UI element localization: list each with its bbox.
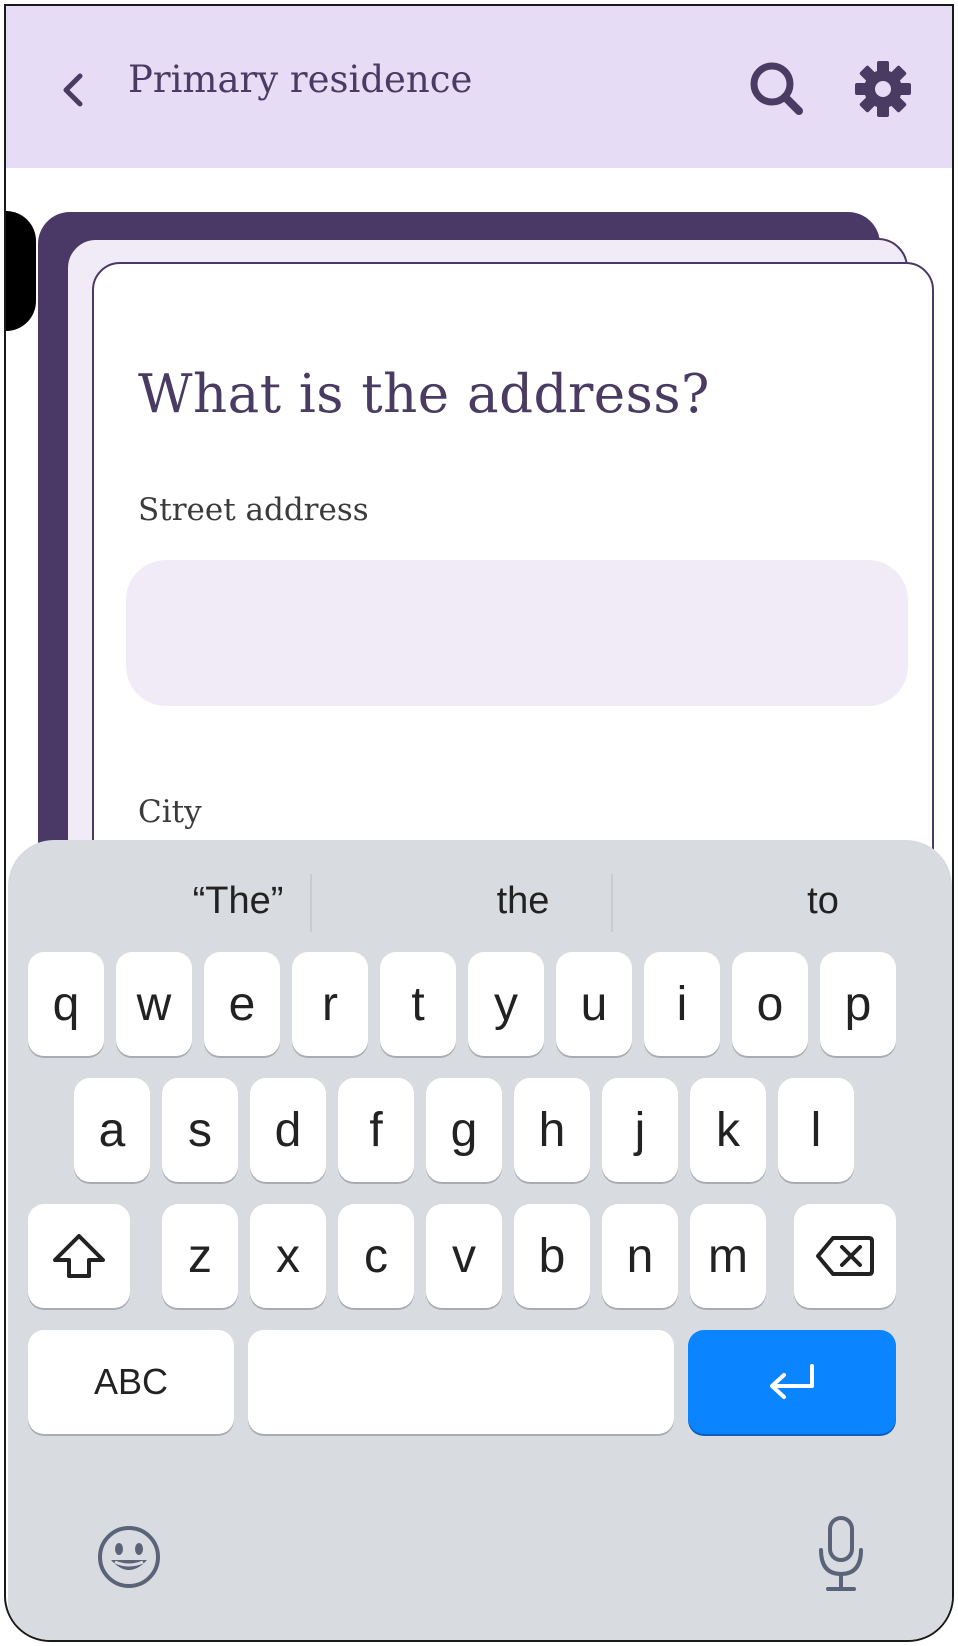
key-k[interactable]: k <box>690 1078 766 1182</box>
street-address-input[interactable] <box>126 560 908 706</box>
street-address-label: Street address <box>138 492 369 528</box>
suggestion-divider <box>611 874 613 932</box>
key-r[interactable]: r <box>292 952 368 1056</box>
gear-icon[interactable] <box>852 58 914 120</box>
key-s[interactable]: s <box>162 1078 238 1182</box>
city-label: City <box>138 794 202 830</box>
key-j[interactable]: j <box>602 1078 678 1182</box>
page-title: Primary residence <box>128 58 473 101</box>
suggestion-divider <box>310 874 312 932</box>
key-f[interactable]: f <box>338 1078 414 1182</box>
return-key[interactable] <box>688 1330 896 1434</box>
key-c[interactable]: c <box>338 1204 414 1308</box>
shift-key[interactable] <box>28 1204 130 1308</box>
key-z[interactable]: z <box>162 1204 238 1308</box>
key-q[interactable]: q <box>28 952 104 1056</box>
key-u[interactable]: u <box>556 952 632 1056</box>
return-icon <box>770 1364 814 1399</box>
chevron-left-icon[interactable] <box>54 62 94 118</box>
abc-key[interactable]: ABC <box>28 1330 234 1434</box>
key-l[interactable]: l <box>778 1078 854 1182</box>
key-m[interactable]: m <box>690 1204 766 1308</box>
backspace-key[interactable] <box>794 1204 896 1308</box>
space-key[interactable] <box>248 1330 674 1434</box>
emoji-icon[interactable] <box>96 1524 162 1590</box>
key-w[interactable]: w <box>116 952 192 1056</box>
key-t[interactable]: t <box>380 952 456 1056</box>
shift-icon <box>53 1234 105 1278</box>
microphone-icon[interactable] <box>816 1514 866 1594</box>
side-indicator <box>6 211 36 331</box>
suggestion-2[interactable]: the <box>408 880 638 923</box>
suggestion-3[interactable]: to <box>748 880 898 923</box>
key-i[interactable]: i <box>644 952 720 1056</box>
key-d[interactable]: d <box>250 1078 326 1182</box>
suggestion-1[interactable]: “The” <box>118 880 358 923</box>
app-bar: Primary residence <box>6 6 952 168</box>
key-e[interactable]: e <box>204 952 280 1056</box>
key-o[interactable]: o <box>732 952 808 1056</box>
key-n[interactable]: n <box>602 1204 678 1308</box>
backspace-icon <box>816 1236 874 1276</box>
key-x[interactable]: x <box>250 1204 326 1308</box>
key-a[interactable]: a <box>74 1078 150 1182</box>
on-screen-keyboard: “The” the to q w e r t y u i o p a s d f… <box>8 840 952 1640</box>
phone-screen: Primary residence What is the address? S <box>4 4 954 1642</box>
question-heading: What is the address? <box>138 364 710 425</box>
key-h[interactable]: h <box>514 1078 590 1182</box>
search-icon[interactable] <box>746 58 808 120</box>
key-y[interactable]: y <box>468 952 544 1056</box>
key-g[interactable]: g <box>426 1078 502 1182</box>
key-b[interactable]: b <box>514 1204 590 1308</box>
key-v[interactable]: v <box>426 1204 502 1308</box>
key-p[interactable]: p <box>820 952 896 1056</box>
